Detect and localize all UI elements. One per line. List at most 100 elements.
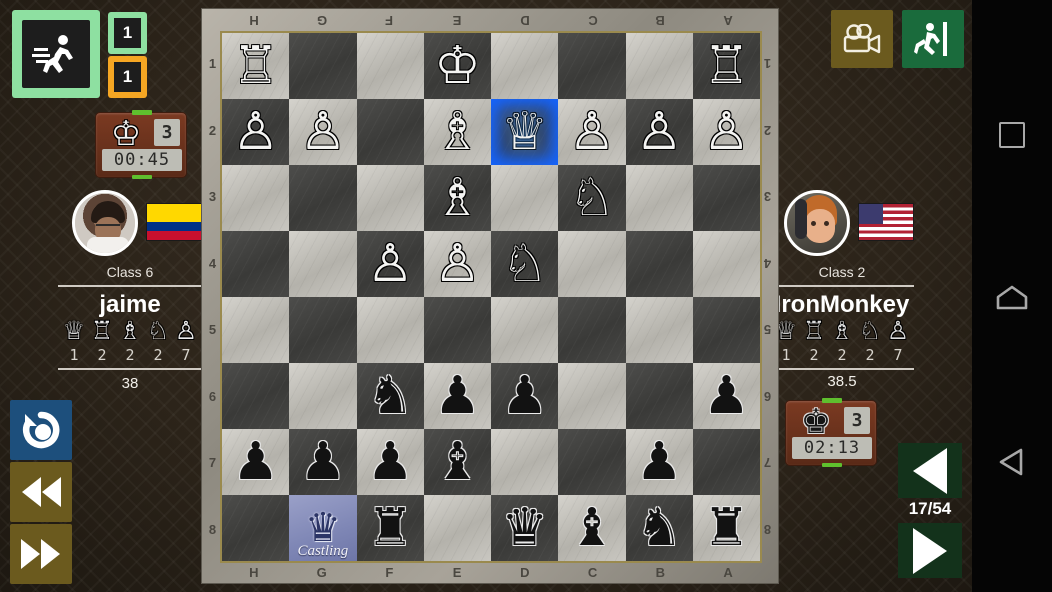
back-button[interactable]	[972, 432, 1052, 492]
square-F2[interactable]	[357, 99, 424, 165]
counter-green-badge[interactable]: 1	[108, 12, 147, 54]
square-D2[interactable]: ♕	[491, 99, 558, 165]
square-C1[interactable]	[558, 33, 625, 99]
square-F1[interactable]	[357, 33, 424, 99]
square-H1[interactable]: ♖	[222, 33, 289, 99]
square-D7[interactable]	[491, 429, 558, 495]
square-C2[interactable]: ♙	[558, 99, 625, 165]
fast-forward-button[interactable]	[10, 524, 72, 584]
square-H8[interactable]	[222, 495, 289, 561]
record-video-button[interactable]	[831, 10, 893, 68]
counter-amber-badge[interactable]: 1	[108, 56, 147, 98]
square-D4[interactable]: ♘	[491, 231, 558, 297]
avatar[interactable]	[72, 190, 138, 256]
square-B5[interactable]	[626, 297, 693, 363]
square-B7[interactable]: ♟	[626, 429, 693, 495]
square-E2[interactable]: ♗	[424, 99, 491, 165]
chess-board[interactable]: ♖♔♖♙♙♗♕♙♙♙♗♘♙♙♘♞♟♟♟♟♟♟♝♟♛Castling♜♛♝♞♜	[220, 31, 762, 563]
player-panel-right: Class 2 IronMonkey ♕ ♖ ♗ ♘ ♙ 1 2 2 2 7 3…	[762, 190, 922, 390]
square-H7[interactable]: ♟	[222, 429, 289, 495]
file-label-top-B: B	[626, 13, 694, 28]
square-E6[interactable]: ♟	[424, 363, 491, 429]
square-A4[interactable]	[693, 231, 760, 297]
square-E7[interactable]: ♝	[424, 429, 491, 495]
rewind-icon	[19, 475, 63, 509]
square-C5[interactable]	[558, 297, 625, 363]
square-H5[interactable]	[222, 297, 289, 363]
piece-white-p: ♙	[367, 238, 414, 290]
square-D8[interactable]: ♛	[491, 495, 558, 561]
square-B3[interactable]	[626, 165, 693, 231]
knight-count: 2	[145, 346, 172, 364]
avatar[interactable]	[784, 190, 850, 256]
divider	[770, 285, 914, 287]
run-mode-button[interactable]	[12, 10, 100, 98]
black-king-icon: ♚	[792, 405, 840, 439]
square-A5[interactable]	[693, 297, 760, 363]
rewind-button[interactable]	[10, 462, 72, 522]
piece-white-p: ♙	[232, 106, 279, 158]
white-clock: ♔ 3 00:45	[95, 112, 187, 178]
square-D3[interactable]	[491, 165, 558, 231]
material-score: 38	[50, 375, 210, 392]
square-C4[interactable]	[558, 231, 625, 297]
square-E8[interactable]	[424, 495, 491, 561]
home-pentagon-icon	[995, 285, 1029, 311]
square-B8[interactable]: ♞	[626, 495, 693, 561]
square-F6[interactable]: ♞	[357, 363, 424, 429]
square-B2[interactable]: ♙	[626, 99, 693, 165]
square-A6[interactable]: ♟	[693, 363, 760, 429]
rotate-board-button[interactable]	[10, 400, 72, 460]
square-E3[interactable]: ♗	[424, 165, 491, 231]
square-G7[interactable]: ♟	[289, 429, 356, 495]
previous-move-button[interactable]	[898, 443, 962, 498]
rook-icon: ♖	[801, 322, 828, 346]
square-E1[interactable]: ♔	[424, 33, 491, 99]
square-H6[interactable]	[222, 363, 289, 429]
square-F8[interactable]: ♜	[357, 495, 424, 561]
square-G6[interactable]	[289, 363, 356, 429]
exit-button[interactable]	[902, 10, 964, 68]
square-B1[interactable]	[626, 33, 693, 99]
file-label-top-F: F	[355, 13, 423, 28]
square-A8[interactable]: ♜	[693, 495, 760, 561]
player-name: jaime	[50, 291, 210, 319]
square-H4[interactable]	[222, 231, 289, 297]
square-B4[interactable]	[626, 231, 693, 297]
square-D6[interactable]: ♟	[491, 363, 558, 429]
square-D5[interactable]	[491, 297, 558, 363]
piece-black-n: ♞	[636, 502, 683, 554]
recents-button[interactable]	[972, 105, 1052, 165]
square-A7[interactable]	[693, 429, 760, 495]
square-G8[interactable]: ♛Castling	[289, 495, 356, 561]
home-button[interactable]	[972, 268, 1052, 328]
square-G1[interactable]	[289, 33, 356, 99]
square-F3[interactable]	[357, 165, 424, 231]
square-H3[interactable]	[222, 165, 289, 231]
square-G3[interactable]	[289, 165, 356, 231]
square-G2[interactable]: ♙	[289, 99, 356, 165]
square-C7[interactable]	[558, 429, 625, 495]
square-F7[interactable]: ♟	[357, 429, 424, 495]
next-move-button[interactable]	[898, 523, 962, 578]
rank-label-right-1: 1	[760, 56, 775, 71]
square-F5[interactable]	[357, 297, 424, 363]
square-G4[interactable]	[289, 231, 356, 297]
square-C3[interactable]: ♘	[558, 165, 625, 231]
piece-black-q: ♛	[501, 502, 548, 554]
square-A2[interactable]: ♙	[693, 99, 760, 165]
piece-white-r: ♖	[232, 40, 279, 92]
rank-label-left-6: 6	[205, 389, 220, 404]
square-D1[interactable]	[491, 33, 558, 99]
square-C8[interactable]: ♝	[558, 495, 625, 561]
piece-black-b: ♝	[434, 436, 481, 488]
square-B6[interactable]	[626, 363, 693, 429]
square-H2[interactable]: ♙	[222, 99, 289, 165]
square-E4[interactable]: ♙	[424, 231, 491, 297]
square-G5[interactable]	[289, 297, 356, 363]
square-E5[interactable]	[424, 297, 491, 363]
square-A3[interactable]	[693, 165, 760, 231]
square-A1[interactable]: ♖	[693, 33, 760, 99]
square-F4[interactable]: ♙	[357, 231, 424, 297]
square-C6[interactable]	[558, 363, 625, 429]
